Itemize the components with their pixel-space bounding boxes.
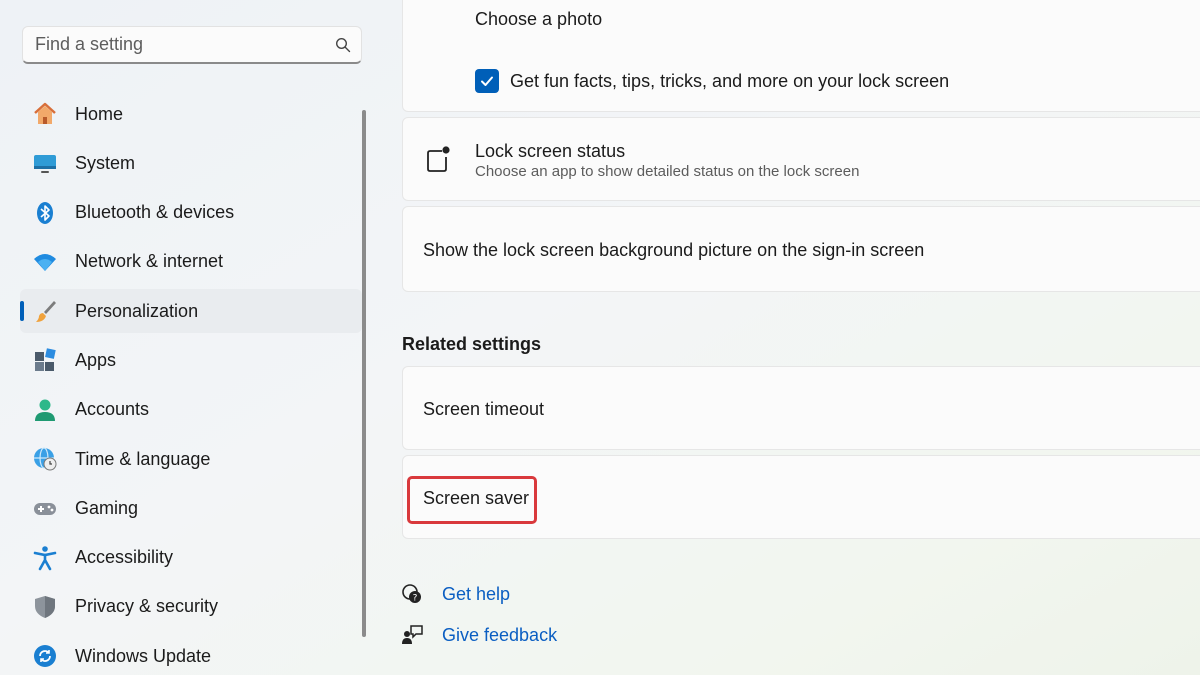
sidebar-item-label: Accounts — [75, 399, 150, 420]
get-help-link[interactable]: ? Get help — [400, 582, 510, 606]
sidebar-item-time-language[interactable]: Time & language — [20, 437, 362, 481]
sidebar-item-home[interactable]: Home — [20, 92, 362, 136]
sidebar-item-system[interactable]: System — [20, 141, 362, 185]
screen-saver-highlight — [407, 476, 537, 524]
lock-screen-status-icon — [427, 146, 450, 172]
apps-icon — [31, 346, 59, 374]
person-icon — [31, 396, 59, 424]
sidebar-item-label: Home — [75, 103, 124, 124]
sidebar-item-privacy-security[interactable]: Privacy & security — [20, 585, 362, 629]
give-feedback-label[interactable]: Give feedback — [442, 625, 557, 646]
lock-screen-status-title: Lock screen status — [475, 141, 626, 161]
sidebar-item-label: Time & language — [75, 448, 211, 469]
sidebar-item-gaming[interactable]: Gaming — [20, 486, 362, 530]
show-background-label: Show the lock screen background picture … — [423, 240, 925, 260]
sidebar-item-label: Personalization — [75, 300, 199, 321]
sidebar-item-label: Windows Update — [75, 645, 212, 666]
update-icon — [31, 642, 59, 670]
sidebar-item-apps[interactable]: Apps — [20, 338, 362, 382]
sidebar-item-network[interactable]: Network & internet — [20, 240, 362, 284]
help-chat-icon: ? — [400, 582, 424, 606]
search-box[interactable] — [22, 26, 362, 64]
sidebar-item-label: Privacy & security — [75, 596, 219, 617]
give-feedback-link[interactable]: Give feedback — [400, 623, 557, 647]
sidebar-item-label: Accessibility — [75, 547, 174, 568]
lock-screen-status-subtitle: Choose an app to show detailed status on… — [475, 163, 860, 180]
paintbrush-icon — [31, 297, 59, 325]
sidebar-item-bluetooth[interactable]: Bluetooth & devices — [20, 191, 362, 235]
choose-photo-label: Choose a photo — [475, 9, 603, 29]
fun-facts-checkbox[interactable] — [475, 69, 499, 93]
get-help-label[interactable]: Get help — [442, 584, 510, 605]
sidebar-item-label: Gaming — [75, 497, 139, 518]
sidebar-item-label: System — [75, 152, 136, 173]
related-settings-heading: Related settings — [402, 334, 542, 354]
home-icon — [31, 100, 59, 128]
sidebar-item-windows-update[interactable]: Windows Update — [20, 634, 362, 675]
sidebar-item-accounts[interactable]: Accounts — [20, 388, 362, 432]
fun-facts-label[interactable]: Get fun facts, tips, tricks, and more on… — [510, 71, 949, 92]
search-input[interactable] — [23, 34, 325, 55]
screen-timeout-label: Screen timeout — [423, 399, 545, 419]
bluetooth-icon — [31, 199, 59, 227]
sidebar-nav: Home System Bluetooth & devices Network … — [20, 92, 362, 675]
shield-icon — [31, 593, 59, 621]
gamepad-icon — [31, 494, 59, 522]
sidebar-item-label: Bluetooth & devices — [75, 202, 235, 223]
sidebar-scrollbar[interactable] — [362, 110, 366, 637]
search-icon[interactable] — [325, 27, 361, 63]
checkmark-icon — [481, 76, 493, 86]
monitor-icon — [31, 149, 59, 177]
sidebar-item-label: Apps — [75, 349, 117, 370]
svg-text:?: ? — [413, 594, 418, 604]
sidebar-item-label: Network & internet — [75, 251, 224, 272]
globe-clock-icon — [31, 445, 59, 473]
feedback-icon — [400, 623, 424, 647]
accessibility-icon — [31, 544, 59, 572]
sidebar-item-accessibility[interactable]: Accessibility — [20, 536, 362, 580]
wifi-icon — [31, 248, 59, 276]
sidebar-item-personalization[interactable]: Personalization — [20, 289, 362, 334]
